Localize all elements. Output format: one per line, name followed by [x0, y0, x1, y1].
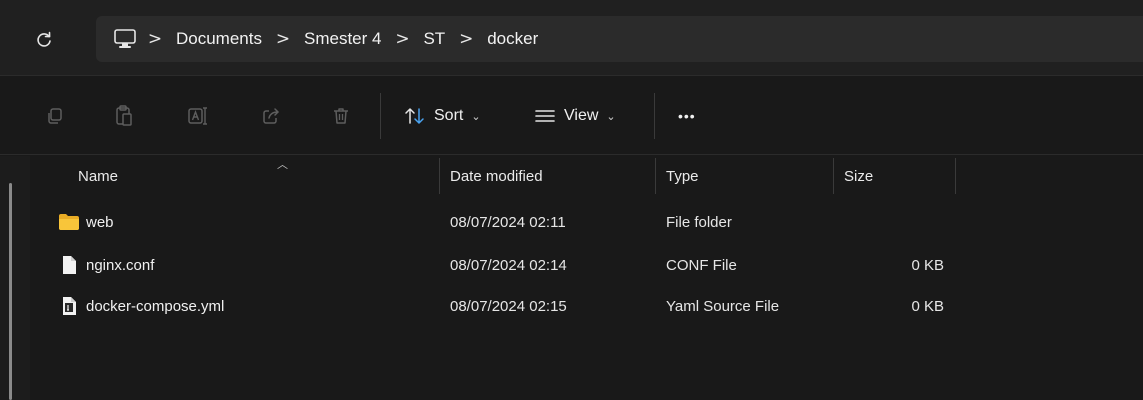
- share-icon: [263, 108, 280, 124]
- file-name-cell[interactable]: docker-compose.yml: [58, 286, 224, 326]
- refresh-button[interactable]: [30, 26, 58, 54]
- column-header-name[interactable]: Name: [78, 156, 438, 196]
- date-modified-cell: 08/07/2024 02:11: [450, 213, 566, 231]
- command-divider: [380, 93, 381, 139]
- address-box[interactable]: > Documents > Smester 4 > ST > docker: [96, 16, 1143, 62]
- command-divider: [654, 93, 655, 139]
- column-header-name-label: Name: [78, 167, 119, 185]
- command-bar: Sort ⌄ View ⌄ •••: [0, 77, 1143, 155]
- file-name: docker-compose.yml: [86, 297, 225, 315]
- navigation-pane-edge: [0, 156, 30, 400]
- copy-icon: [48, 108, 62, 124]
- column-header-size[interactable]: Size: [844, 156, 954, 196]
- column-header-type[interactable]: Type: [666, 156, 826, 196]
- column-header-size-label: Size: [844, 167, 874, 185]
- paste-icon: [116, 105, 132, 126]
- file-name: web: [86, 213, 114, 231]
- more-options-icon: •••: [678, 108, 696, 124]
- file-row[interactable]: docker-compose.yml 08/07/2024 02:15 Yaml…: [30, 286, 1143, 326]
- sort-button[interactable]: Sort ⌄: [404, 99, 481, 133]
- file-name-cell[interactable]: nginx.conf: [58, 245, 154, 285]
- file-explorer-window: > Documents > Smester 4 > ST > docker So…: [0, 0, 1143, 400]
- file-type-cell: File folder: [666, 213, 732, 231]
- column-header-row: ︿ Name Date modified Type Size: [30, 156, 1143, 196]
- rename-button[interactable]: [183, 101, 213, 131]
- folder-icon: [58, 211, 80, 233]
- file-type-cell: CONF File: [666, 256, 737, 274]
- delete-button[interactable]: [326, 101, 356, 131]
- date-modified-cell: 08/07/2024 02:14: [450, 256, 567, 274]
- navigation-pane-scrollbar[interactable]: [9, 183, 12, 400]
- column-resize-handle[interactable]: [439, 158, 440, 194]
- view-list-icon: [535, 110, 555, 122]
- copy-button[interactable]: [40, 101, 70, 131]
- file-row[interactable]: nginx.conf 08/07/2024 02:14 CONF File 0 …: [30, 245, 1143, 285]
- file-name-cell[interactable]: web: [58, 202, 114, 242]
- breadcrumb-separator[interactable]: >: [140, 29, 170, 49]
- column-header-date[interactable]: Date modified: [450, 156, 650, 196]
- address-bar-row: > Documents > Smester 4 > ST > docker: [0, 0, 1143, 76]
- file-size-cell: 0 KB: [911, 297, 944, 315]
- chevron-down-icon: ⌄: [471, 109, 481, 123]
- file-size-cell: [844, 202, 944, 242]
- view-button[interactable]: View ⌄: [534, 99, 616, 133]
- column-header-date-label: Date modified: [450, 167, 543, 185]
- breadcrumb-documents[interactable]: Documents: [170, 29, 268, 49]
- more-options-button[interactable]: •••: [678, 99, 696, 133]
- column-resize-handle[interactable]: [833, 158, 834, 194]
- breadcrumb-docker[interactable]: docker: [481, 29, 544, 49]
- yaml-file-icon: [58, 295, 80, 317]
- column-resize-handle[interactable]: [955, 158, 956, 194]
- file-row[interactable]: web 08/07/2024 02:11 File folder: [30, 202, 1143, 242]
- paste-button[interactable]: [109, 101, 139, 131]
- sort-icon: [405, 108, 424, 124]
- refresh-icon: [37, 31, 51, 47]
- breadcrumb-separator[interactable]: >: [387, 29, 417, 49]
- breadcrumb-smester-4[interactable]: Smester 4: [298, 29, 387, 49]
- file-name: nginx.conf: [86, 256, 155, 274]
- this-pc-icon[interactable]: [110, 24, 140, 54]
- date-modified-cell: 08/07/2024 02:15: [450, 297, 567, 315]
- file-type-cell: Yaml Source File: [666, 297, 780, 315]
- file-icon: [58, 254, 80, 276]
- breadcrumb-separator[interactable]: >: [268, 29, 298, 49]
- breadcrumb-st[interactable]: ST: [417, 29, 451, 49]
- chevron-down-icon: ⌄: [606, 109, 616, 123]
- breadcrumb-separator[interactable]: >: [451, 29, 481, 49]
- column-header-type-label: Type: [666, 167, 699, 185]
- sort-label: Sort: [434, 107, 464, 124]
- share-button[interactable]: [256, 101, 286, 131]
- trash-icon: [334, 108, 348, 124]
- rename-icon: [188, 107, 207, 125]
- view-label: View: [564, 107, 599, 124]
- column-resize-handle[interactable]: [655, 158, 656, 194]
- file-size-cell: 0 KB: [911, 256, 944, 274]
